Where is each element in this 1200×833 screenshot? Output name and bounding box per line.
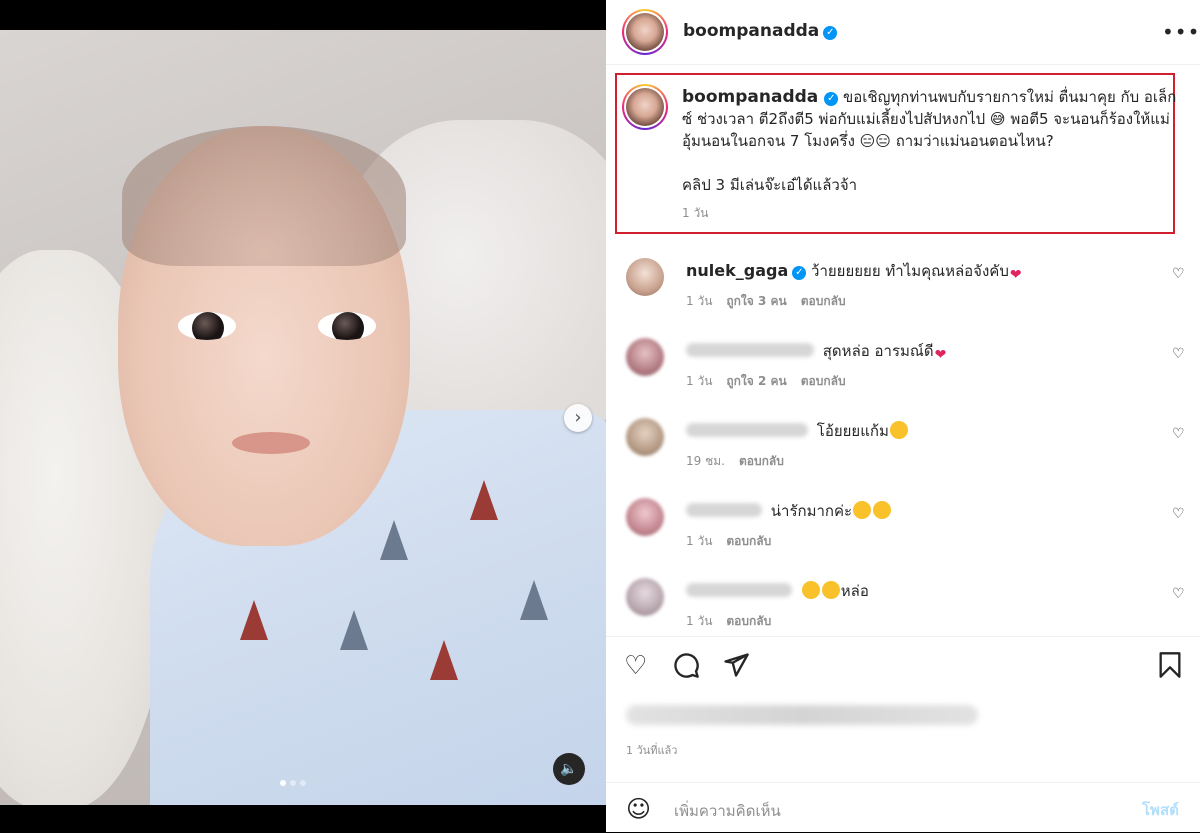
verified-icon: ✓ xyxy=(792,266,807,280)
speaker-icon[interactable]: 🔈 xyxy=(553,753,585,785)
comment-time: 1 วัน xyxy=(686,374,713,388)
comment-time: 1 วัน xyxy=(686,614,713,628)
commenter-username-blurred[interactable] xyxy=(686,343,814,357)
comment-likes[interactable]: ถูกใจ 2 คน xyxy=(726,374,786,388)
post-details-pane: boompanadda ✓ ••• boompanadda ✓ ขอเชิญทุกท… xyxy=(606,0,1200,832)
pattern-tree xyxy=(470,480,498,520)
caption-avatar[interactable] xyxy=(622,84,668,130)
commenter-username-blurred[interactable] xyxy=(686,583,792,597)
comment-item: nulek_gaga ✓ ว้ายยยยยย ทำไมคุณหล่อจังคับ❤… xyxy=(606,250,1200,330)
caption-username[interactable]: boompanadda xyxy=(682,87,818,107)
comment-text: โอ้ยยยแก้ม xyxy=(816,422,889,440)
like-comment-icon[interactable]: ♡ xyxy=(1172,506,1185,522)
like-comment-icon[interactable]: ♡ xyxy=(1172,426,1185,442)
verified-icon: ✓ xyxy=(823,26,838,40)
baby-hair xyxy=(122,126,406,266)
commenter-username-blurred[interactable] xyxy=(686,423,808,437)
caption-time: 1 วัน xyxy=(682,206,709,220)
commenter-avatar[interactable] xyxy=(626,418,664,456)
reply-button[interactable]: ตอบกลับ xyxy=(801,374,846,388)
commenter-avatar[interactable] xyxy=(626,258,664,296)
post-caption: boompanadda ✓ ขอเชิญทุกท่านพบกับรายการใหม… xyxy=(682,86,1180,224)
comment-likes[interactable]: ถูกใจ 3 คน xyxy=(726,294,786,308)
comment-item: โอ้ยยยแก้ม 19 ชม. ตอบกลับ ♡ xyxy=(606,410,1200,490)
verified-icon: ✓ xyxy=(824,92,839,106)
comment-icon[interactable] xyxy=(672,651,700,686)
more-horizontal-icon[interactable]: ••• xyxy=(1162,20,1200,44)
chevron-right-icon[interactable]: › xyxy=(564,404,592,432)
send-icon[interactable] xyxy=(722,651,750,686)
pattern-tree xyxy=(240,600,268,640)
post-time-ago[interactable]: 1 วันที่แล้ว xyxy=(626,741,677,759)
baby-eye-left xyxy=(178,312,236,340)
carousel-dots xyxy=(280,780,306,786)
heart-icon[interactable]: ♡ xyxy=(624,651,647,681)
author-avatar[interactable] xyxy=(622,9,668,55)
smile-icon[interactable]: ☺ xyxy=(626,795,651,823)
commenter-avatar[interactable] xyxy=(626,498,664,536)
heart-emoji-icon: ❤ xyxy=(1009,267,1022,283)
comment-text: หล่อ xyxy=(840,582,869,600)
heart-emoji-icon: ❤ xyxy=(934,347,947,363)
reply-button[interactable]: ตอบกลับ xyxy=(739,454,784,468)
kissing-emoji-icon xyxy=(801,581,820,599)
comment-time: 1 วัน xyxy=(686,294,713,308)
pattern-tree xyxy=(520,580,548,620)
kissing-emoji-icon xyxy=(821,581,840,599)
comment-input[interactable]: เพิ่มความคิดเห็น xyxy=(674,799,781,823)
baby-eye-right xyxy=(318,312,376,340)
baby-mouth xyxy=(232,432,310,454)
carousel-dot xyxy=(290,780,296,786)
pattern-tree xyxy=(340,610,368,650)
like-comment-icon[interactable]: ♡ xyxy=(1172,266,1185,282)
comment-text: ว้ายยยยยย ทำไมคุณหล่อจังคับ xyxy=(811,262,1009,280)
comment-time: 19 ชม. xyxy=(686,454,725,468)
like-comment-icon[interactable]: ♡ xyxy=(1172,346,1185,362)
comment-item: สุดหล่อ อารมณ์ดี❤ 1 วัน ถูกใจ 2 คน ตอบกลับ… xyxy=(606,330,1200,410)
heart-eyes-emoji-icon xyxy=(853,501,872,519)
comment-text: สุดหล่อ อารมณ์ดี xyxy=(822,342,934,360)
bookmark-icon[interactable] xyxy=(1158,651,1182,686)
pattern-tree xyxy=(430,640,458,680)
reply-button[interactable]: ตอบกลับ xyxy=(726,614,771,628)
post-media: › 🔈 xyxy=(0,0,606,832)
comment-text: น่ารักมากค่ะ xyxy=(770,502,853,520)
commenter-avatar[interactable] xyxy=(626,578,664,616)
likes-summary-blurred[interactable] xyxy=(626,705,978,725)
comment-item: น่ารักมากค่ะ 1 วัน ตอบกลับ ♡ xyxy=(606,490,1200,570)
caption-line-2: คลิป 3 มีเล่นจ๊ะเอ๋ได้แล้วจ้า xyxy=(682,176,858,194)
baby-photo[interactable] xyxy=(0,30,606,805)
post-button[interactable]: โพสต์ xyxy=(1142,798,1179,822)
carousel-dot-active xyxy=(280,780,286,786)
commenter-avatar[interactable] xyxy=(626,338,664,376)
like-comment-icon[interactable]: ♡ xyxy=(1172,586,1185,602)
pattern-tree xyxy=(380,520,408,560)
author-username[interactable]: boompanadda xyxy=(683,21,819,41)
commenter-username[interactable]: nulek_gaga xyxy=(686,261,788,280)
carousel-dot xyxy=(300,780,306,786)
post-header: boompanadda ✓ ••• xyxy=(606,0,1200,65)
reply-button[interactable]: ตอบกลับ xyxy=(726,534,771,548)
reply-button[interactable]: ตอบกลับ xyxy=(801,294,846,308)
author-username-row: boompanadda ✓ xyxy=(683,21,838,41)
comment-composer: ☺ เพิ่มความคิดเห็น โพสต์ xyxy=(606,782,1200,833)
commenter-username-blurred[interactable] xyxy=(686,503,762,517)
heart-eyes-emoji-icon xyxy=(873,501,892,519)
comment-time: 1 วัน xyxy=(686,534,713,548)
heart-eyes-emoji-icon xyxy=(889,421,908,439)
